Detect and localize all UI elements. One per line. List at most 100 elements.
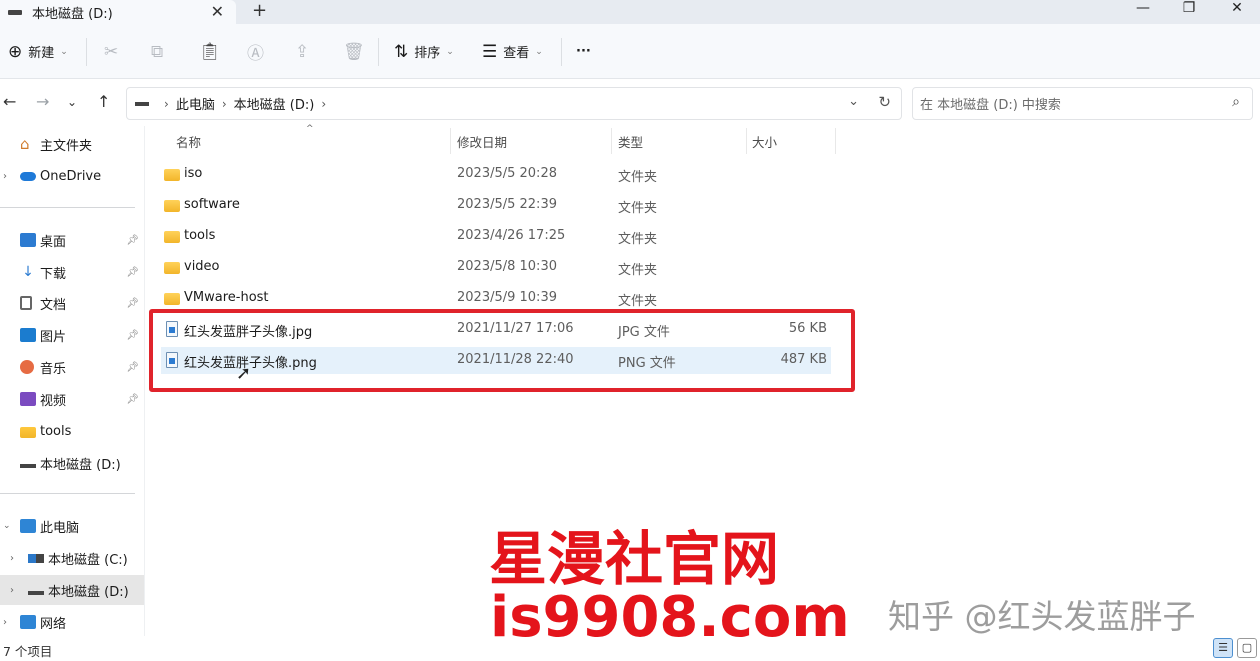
search-box[interactable]: 在 本地磁盘 (D:) 中搜索 ⌕: [912, 87, 1253, 120]
column-divider[interactable]: [611, 128, 612, 154]
column-divider[interactable]: [835, 128, 836, 154]
drive-icon: [28, 591, 44, 595]
new-button[interactable]: ⊕ 新建 ⌄: [8, 24, 68, 79]
up-arrow-icon[interactable]: ↑: [97, 92, 110, 111]
delete-button[interactable]: 🗑︎: [343, 24, 371, 79]
pin-icon[interactable]: 📌︎: [126, 267, 139, 278]
file-type: 文件夹: [618, 294, 658, 309]
chevron-down-icon[interactable]: ⌄: [3, 521, 11, 531]
view-button[interactable]: ☰ 查看 ⌄: [482, 24, 543, 79]
sidebar-item-local-disk-d-tree[interactable]: › 本地磁盘 (D:): [0, 575, 144, 605]
file-name: video: [184, 259, 220, 274]
forward-arrow-icon[interactable]: →: [36, 92, 49, 111]
navigation-pane: ⌂ 主文件夹 › OneDrive 桌面 📌︎ ↓ 下载 📌︎ 文档 📌︎ 图片…: [0, 126, 144, 636]
address-bar[interactable]: › 此电脑 › 本地磁盘 (D:) › ⌄ ↻: [126, 87, 902, 120]
breadcrumb-this-pc[interactable]: 此电脑: [176, 94, 215, 113]
rename-button[interactable]: Ⓐ: [247, 24, 270, 79]
video-icon: [20, 392, 36, 406]
pin-icon[interactable]: 📌︎: [126, 330, 139, 341]
sidebar-item-pictures[interactable]: 图片 📌︎: [0, 320, 144, 350]
sidebar-item-network[interactable]: › 网络: [0, 607, 144, 637]
address-dropdown-icon[interactable]: ⌄: [848, 94, 859, 109]
share-button[interactable]: ⇪: [295, 24, 315, 79]
minimize-button[interactable]: —: [1120, 0, 1166, 20]
navigation-row: ← → ⌄ ↑ › 此电脑 › 本地磁盘 (D:) › ⌄ ↻ 在 本地磁盘 (…: [0, 80, 1260, 126]
rename-icon: Ⓐ: [247, 44, 264, 64]
toolbar-divider: [561, 38, 562, 66]
cut-button[interactable]: ✂: [104, 24, 124, 79]
sidebar-item-local-disk-d[interactable]: 本地磁盘 (D:): [0, 448, 144, 478]
new-label: 新建: [28, 46, 55, 61]
maximize-button[interactable]: ❐: [1166, 0, 1212, 20]
table-row[interactable]: video 2023/5/8 10:30 文件夹: [161, 254, 831, 281]
view-label: 查看: [503, 46, 530, 61]
trash-icon: 🗑︎: [343, 41, 365, 62]
table-row[interactable]: software 2023/5/5 22:39 文件夹: [161, 192, 831, 219]
pin-icon[interactable]: 📌︎: [126, 298, 139, 309]
sidebar-item-this-pc[interactable]: ⌄ 此电脑: [0, 511, 144, 541]
column-header-name[interactable]: 名称: [176, 126, 201, 156]
sidebar-item-label: tools: [40, 423, 72, 439]
sidebar-item-label: 本地磁盘 (C:): [48, 552, 128, 568]
tab-local-disk-d[interactable]: 本地磁盘 (D:) ✕: [0, 0, 236, 24]
copy-button[interactable]: ⧉: [151, 24, 169, 79]
list-view-icon: ☰: [482, 41, 498, 62]
sort-button[interactable]: ⇅ 排序 ⌄: [394, 24, 454, 79]
table-row[interactable]: iso 2023/5/5 20:28 文件夹: [161, 161, 831, 188]
pin-icon[interactable]: 📌︎: [126, 394, 139, 405]
network-icon: [20, 615, 36, 629]
pin-icon[interactable]: 📌︎: [126, 235, 139, 246]
column-divider[interactable]: [746, 128, 747, 154]
tab-close-icon[interactable]: ✕: [211, 2, 224, 21]
breadcrumb-separator: ›: [164, 96, 169, 111]
sidebar-item-onedrive[interactable]: › OneDrive: [0, 161, 144, 191]
folder-icon: [164, 169, 180, 181]
folder-icon: [164, 293, 180, 305]
sidebar-item-videos[interactable]: 视频 📌︎: [0, 384, 144, 414]
column-header-type[interactable]: 类型: [618, 126, 643, 156]
column-header-date[interactable]: 修改日期: [457, 126, 507, 156]
sidebar-item-label: 音乐: [40, 361, 67, 377]
file-type: 文件夹: [618, 263, 658, 278]
sidebar-item-downloads[interactable]: ↓ 下载 📌︎: [0, 257, 144, 287]
sidebar-item-music[interactable]: 音乐 📌︎: [0, 352, 144, 382]
file-name: software: [184, 197, 240, 212]
paste-button[interactable]: 📋︎: [199, 24, 227, 79]
more-options-button[interactable]: ···: [576, 24, 591, 79]
recent-chevron-icon[interactable]: ⌄: [67, 95, 77, 109]
details-view-button[interactable]: ☰: [1213, 638, 1233, 658]
sort-ascending-icon: ^: [306, 124, 314, 134]
refresh-icon[interactable]: ↻: [878, 93, 891, 111]
sidebar-item-tools[interactable]: tools: [0, 416, 144, 446]
close-window-button[interactable]: ✕: [1214, 0, 1260, 20]
computer-icon: [20, 519, 36, 533]
chevron-right-icon[interactable]: ›: [10, 585, 14, 596]
table-row[interactable]: VMware-host 2023/5/9 10:39 文件夹: [161, 285, 831, 312]
new-tab-button[interactable]: +: [252, 0, 267, 22]
chevron-down-icon: ⌄: [535, 46, 543, 57]
sidebar-item-label: 文档: [40, 297, 67, 313]
breadcrumb-separator: ›: [221, 96, 227, 111]
sidebar-item-desktop[interactable]: 桌面 📌︎: [0, 225, 144, 255]
chevron-right-icon[interactable]: ›: [10, 553, 14, 564]
column-header-size[interactable]: 大小: [752, 126, 777, 156]
file-date: 2023/4/26 17:25: [457, 228, 566, 243]
back-arrow-icon[interactable]: ←: [3, 92, 16, 111]
pin-icon[interactable]: 📌︎: [126, 362, 139, 373]
sidebar-item-local-disk-c[interactable]: › 本地磁盘 (C:): [0, 543, 144, 573]
breadcrumb-separator: ›: [321, 96, 327, 111]
file-name: iso: [184, 166, 203, 181]
share-icon: ⇪: [295, 41, 310, 62]
sort-icon: ⇅: [394, 41, 409, 62]
breadcrumb-local-disk-d[interactable]: 本地磁盘 (D:): [234, 94, 315, 113]
table-row[interactable]: tools 2023/4/26 17:25 文件夹: [161, 223, 831, 250]
tiles-view-button[interactable]: ▢: [1237, 638, 1257, 658]
column-divider[interactable]: [450, 128, 451, 154]
search-icon[interactable]: ⌕: [1232, 94, 1240, 110]
chevron-right-icon[interactable]: ›: [3, 171, 7, 182]
sidebar-item-label: 网络: [40, 616, 67, 632]
sidebar-item-home[interactable]: ⌂ 主文件夹: [0, 129, 144, 159]
file-type: 文件夹: [618, 201, 658, 216]
sidebar-item-documents[interactable]: 文档 📌︎: [0, 288, 144, 318]
chevron-right-icon[interactable]: ›: [3, 617, 7, 628]
